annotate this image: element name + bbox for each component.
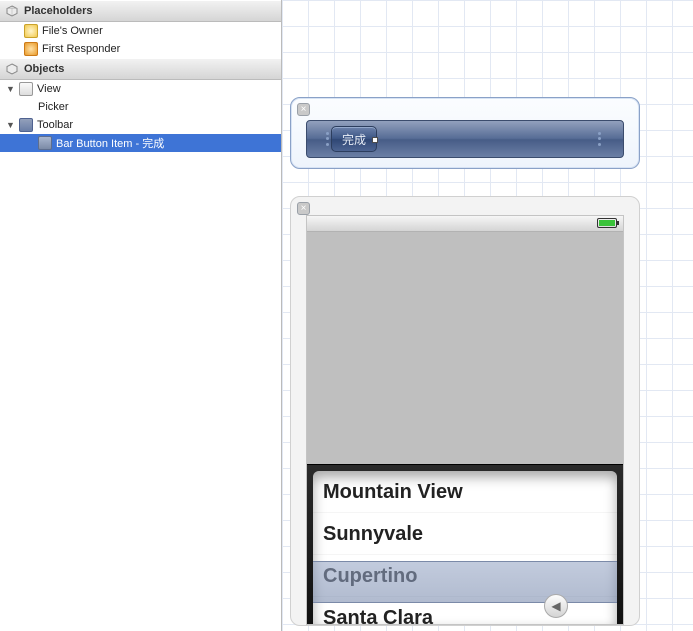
- row-label: File's Owner: [42, 25, 103, 37]
- selection-handle[interactable]: [372, 137, 378, 143]
- row-picker[interactable]: Picker: [0, 98, 281, 116]
- grip-icon: [598, 131, 604, 147]
- bar-button-item-icon: [38, 136, 52, 150]
- section-title: Placeholders: [24, 0, 92, 22]
- battery-icon: [597, 218, 617, 228]
- device-screen[interactable]: Mountain View Sunnyvale Cupertino Santa …: [306, 215, 624, 625]
- row-label: Picker: [38, 101, 69, 113]
- row-label: Bar Button Item - 完成: [56, 135, 164, 151]
- button-label: 完成: [342, 131, 366, 148]
- toolbar-bar[interactable]: 完成: [306, 120, 624, 158]
- section-placeholders-header[interactable]: Placeholders: [0, 0, 281, 22]
- canvas[interactable]: × 完成 × Mountain View Sunnyval: [282, 0, 693, 631]
- picker-view[interactable]: Mountain View Sunnyvale Cupertino Santa …: [307, 464, 623, 624]
- cube-icon: [24, 24, 38, 38]
- picker-row[interactable]: Sunnyvale: [313, 513, 617, 555]
- row-view[interactable]: ▼ View: [0, 80, 281, 98]
- row-label: First Responder: [42, 43, 120, 55]
- row-bar-button-item[interactable]: Bar Button Item - 完成: [0, 134, 281, 152]
- view-icon: [19, 82, 33, 96]
- cube-icon: [6, 63, 18, 75]
- disclosure-triangle-icon[interactable]: ▼: [6, 84, 15, 94]
- device-canvas-object[interactable]: × Mountain View Sunnyvale Cupertino Sant…: [290, 196, 640, 626]
- toolbar-icon: [19, 118, 33, 132]
- row-label: Toolbar: [37, 119, 73, 131]
- disclosure-triangle-icon[interactable]: ▼: [6, 120, 15, 130]
- section-title: Objects: [24, 58, 64, 80]
- section-objects-header[interactable]: Objects: [0, 58, 281, 80]
- outline-sidebar: Placeholders File's Owner First Responde…: [0, 0, 282, 631]
- picker-selection-indicator: [313, 561, 617, 603]
- picker-row[interactable]: Mountain View: [313, 471, 617, 513]
- toolbar-canvas-object[interactable]: × 完成: [290, 97, 640, 169]
- bar-button-done[interactable]: 完成: [331, 126, 377, 152]
- cube-icon: [6, 5, 18, 17]
- status-bar: [307, 216, 623, 232]
- row-first-responder[interactable]: First Responder: [0, 40, 281, 58]
- close-icon[interactable]: ×: [297, 103, 310, 116]
- cube-icon: [24, 42, 38, 56]
- row-files-owner[interactable]: File's Owner: [0, 22, 281, 40]
- row-toolbar[interactable]: ▼ Toolbar: [0, 116, 281, 134]
- close-icon[interactable]: ×: [297, 202, 310, 215]
- chevron-left-icon: ◀: [551, 599, 560, 613]
- nav-back-button[interactable]: ◀: [544, 594, 568, 618]
- row-label: View: [37, 83, 61, 95]
